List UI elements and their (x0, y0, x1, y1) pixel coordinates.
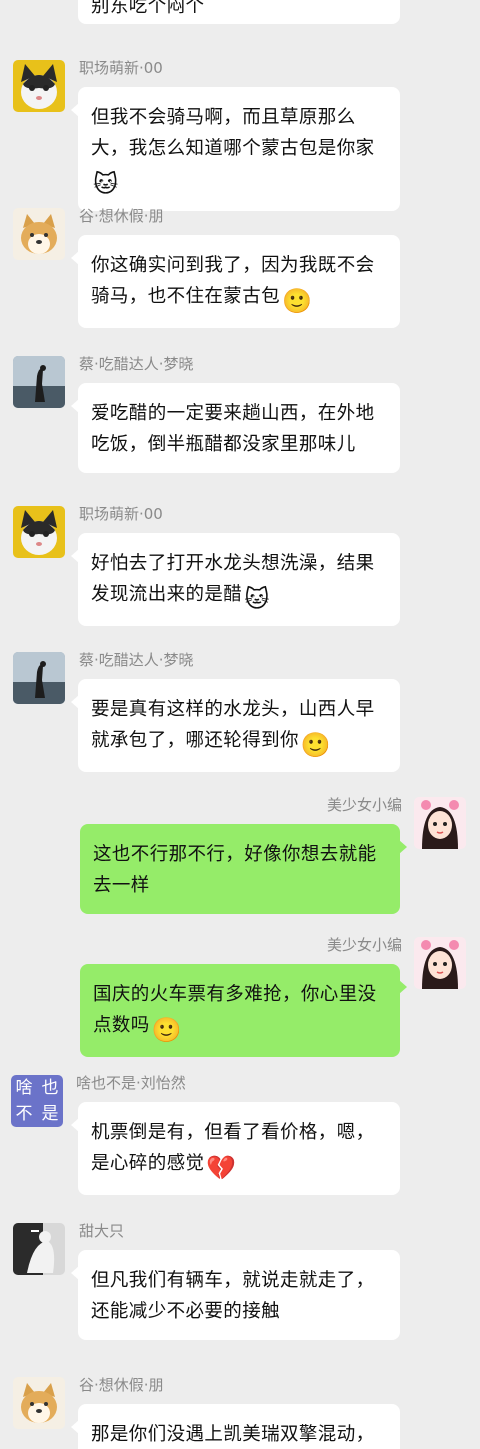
message-bubble[interactable]: 要是真有这样的水龙头，山西人早就承包了，哪还轮得到你🙂 (71, 679, 400, 772)
message-text: 但凡我们有辆车，就说走就走了，还能减少不必要的接触 (91, 1270, 375, 1322)
broken-heart-emoji-icon: 💔 (206, 1154, 237, 1182)
message-bubble[interactable]: 机票倒是有，但看了看价格，嗯，是心碎的感觉💔 (71, 1102, 400, 1195)
sender-name: 谷·想休假·朋 (79, 1376, 164, 1394)
smile-emoji-icon: 🙂 (282, 287, 313, 315)
sender-name: 美少女小编 (326, 936, 402, 954)
message-text: 但我不会骑马啊，而且草原那么大，我怎么知道哪个蒙古包是你家 (91, 107, 375, 159)
message-bubble[interactable]: 好怕去了打开水龙头想洗澡，结果发现流出来的是醋🐱 (71, 533, 400, 626)
message-bubble[interactable]: 但我不会骑马啊，而且草原那么大，我怎么知道哪个蒙古包是你家 🐱 (71, 87, 400, 211)
silhouette-avatar[interactable] (13, 356, 65, 408)
avatar-char: 不 (15, 1104, 33, 1124)
message-text: 那是你们没遇上凯美瑞双擎混动， (91, 1424, 375, 1445)
silhouette-avatar[interactable] (13, 652, 65, 704)
cat-emoji-icon: 🐱 (244, 585, 270, 613)
message-bubble[interactable]: 那是你们没遇上凯美瑞双擎混动， (71, 1404, 400, 1449)
cat-avatar[interactable] (13, 60, 65, 112)
text-avatar[interactable]: 啥 也 不 是 (11, 1075, 63, 1127)
sketch-avatar[interactable] (13, 1223, 65, 1275)
message-bubble[interactable]: 但凡我们有辆车，就说走就走了，还能减少不必要的接触 (71, 1250, 400, 1340)
message-bubble[interactable]: 你这确实问到我了，因为我既不会骑马，也不住在蒙古包🙂 (71, 235, 400, 328)
message-text: 国庆的火车票有多难抢，你心里没点数吗 (93, 984, 377, 1036)
sender-name: 蔡·吃醋达人·梦晓 (79, 355, 194, 373)
sender-name: 职场萌新·00 (79, 505, 163, 523)
message-text: 别东吃个闷个 (91, 0, 205, 17)
shiba-avatar[interactable] (13, 208, 65, 260)
smile-emoji-icon: 🙂 (151, 1016, 182, 1044)
sender-name: 职场萌新·00 (79, 59, 163, 77)
sender-name: 美少女小编 (326, 796, 402, 814)
message-bubble[interactable]: 爱吃醋的一定要来趟山西，在外地吃饭，倒半瓶醋都没家里那味儿 (71, 383, 400, 473)
cat-avatar[interactable] (13, 506, 65, 558)
message-text: 要是真有这样的水龙头，山西人早就承包了，哪还轮得到你 (91, 699, 375, 751)
message-bubble[interactable]: 国庆的火车票有多难抢，你心里没点数吗🙂 (80, 964, 407, 1057)
message-text: 这也不行那不行，好像你想去就能去一样 (93, 844, 377, 896)
avatar-char: 也 (41, 1078, 59, 1098)
avatar-char: 是 (41, 1104, 59, 1124)
sender-name: 谷·想休假·朋 (79, 207, 164, 225)
avatar-char: 啥 (15, 1078, 33, 1098)
message-bubble[interactable]: 这也不行那不行，好像你想去就能去一样 (80, 824, 407, 914)
smile-emoji-icon: 🙂 (300, 731, 332, 759)
shiba-avatar[interactable] (13, 1377, 65, 1429)
cat-emoji-icon: 🐱 (93, 170, 119, 198)
sender-name: 蔡·吃醋达人·梦晓 (79, 651, 194, 669)
sender-name: 甜大只 (79, 1222, 125, 1240)
message-text: 爱吃醋的一定要来趟山西，在外地吃饭，倒半瓶醋都没家里那味儿 (91, 403, 375, 455)
sender-name: 啥也不是·刘怡然 (76, 1074, 186, 1092)
girl-avatar[interactable] (414, 797, 466, 849)
message-text: 好怕去了打开水龙头想洗澡，结果发现流出来的是醋 (91, 553, 375, 605)
girl-avatar[interactable] (414, 937, 466, 989)
message-text: 你这确实问到我了，因为我既不会骑马，也不住在蒙古包 (91, 255, 375, 307)
message-bubble-partial[interactable]: 别东吃个闷个 (78, 0, 400, 24)
